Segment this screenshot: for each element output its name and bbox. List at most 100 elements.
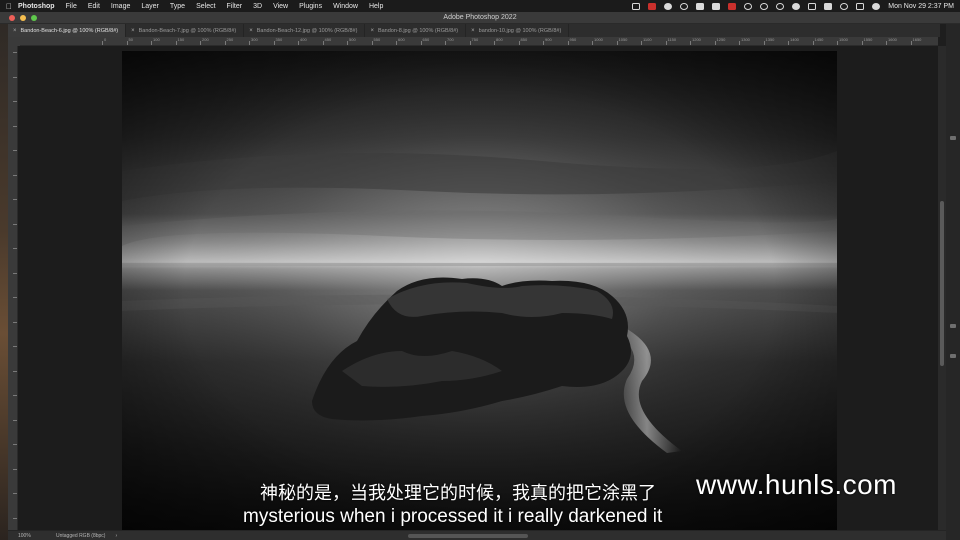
menu-select[interactable]: Select — [196, 3, 215, 10]
ruler-tick-label: 800 — [496, 37, 503, 42]
camera-icon[interactable] — [712, 2, 721, 10]
ruler-tick-label: 200 — [202, 37, 209, 42]
ruler-tick-label: 150 — [177, 37, 185, 42]
ruler-tick-label: 1400 — [790, 37, 799, 42]
menu-help[interactable]: Help — [369, 3, 383, 10]
ruler-tick-label: 700 — [447, 37, 454, 42]
window-title: Adobe Photoshop 2022 — [443, 14, 517, 21]
ruler-tick-label: 1000 — [594, 37, 603, 42]
sync-icon[interactable] — [680, 2, 689, 10]
horizontal-ruler[interactable]: 0 50 100 150 200 250 300 350 400 450 500 550 600 650 7… — [20, 37, 938, 46]
ruler-tick-label: 1350 — [765, 37, 775, 42]
menubar-clock[interactable]: Mon Nov 29 2:37 PM — [888, 3, 954, 10]
battery-icon[interactable] — [808, 2, 817, 10]
menu-app-name[interactable]: Photoshop — [18, 3, 55, 10]
ruler-corner[interactable] — [8, 37, 20, 46]
ruler-tick-label: 400 — [300, 37, 307, 42]
tab-label: bandon-10.jpg @ 100% (RGB/8#) — [478, 27, 562, 34]
control-center-icon[interactable] — [856, 2, 865, 10]
ruler-tick-label: 1500 — [839, 37, 848, 42]
watermark-text: www.hunls.com — [696, 469, 898, 500]
ruler-tick-label: 50 — [128, 37, 133, 42]
tab-label: Bandon-Beach-7.jpg @ 100% (RGB/8#) — [138, 27, 237, 34]
ruler-tick-label: 1550 — [863, 37, 873, 42]
ruler-tick-label: 1250 — [716, 37, 726, 42]
bluetooth-icon[interactable] — [824, 2, 833, 10]
close-icon[interactable]: × — [370, 28, 374, 34]
ruler-tick-label: 350 — [275, 37, 283, 42]
desktop-background-strip — [0, 24, 8, 540]
subtitle-english: mysterious when i processed it i really … — [243, 506, 663, 527]
ruler-tick-label: 1600 — [888, 37, 897, 42]
app-red-icon[interactable] — [648, 2, 657, 10]
macos-menu-bar:  Photoshop File Edit Image Layer Type S… — [0, 0, 960, 12]
ruler-tick-label: 850 — [520, 37, 528, 42]
ruler-tick-label: 1200 — [692, 37, 701, 42]
tab-label: Bandon-8.jpg @ 100% (RGB/8#) — [377, 27, 459, 34]
menu-view[interactable]: View — [273, 3, 288, 10]
tab-bandon-8[interactable]: × Bandon-8.jpg @ 100% (RGB/8#) — [365, 24, 467, 37]
tab-bandon-beach-12[interactable]: × Bandon-Beach-12.jpg @ 100% (RGB/8#) — [244, 24, 366, 37]
finder-icon[interactable] — [696, 2, 705, 10]
right-panel-edge — [946, 24, 960, 540]
ruler-tick-label: 250 — [226, 37, 234, 42]
ruler-tick-label: 550 — [373, 37, 381, 42]
close-icon[interactable]: × — [471, 28, 475, 34]
vertical-ruler[interactable] — [8, 46, 18, 530]
creative-cloud-icon[interactable] — [664, 2, 673, 10]
panel-icon[interactable] — [950, 354, 956, 358]
close-icon[interactable]: × — [131, 28, 135, 34]
tab-label: Bandon-Beach-12.jpg @ 100% (RGB/8#) — [256, 27, 358, 34]
menu-file[interactable]: File — [66, 3, 77, 10]
menu-3d[interactable]: 3D — [253, 3, 262, 10]
ruler-tick-label: 650 — [422, 37, 430, 42]
apple-icon[interactable]:  — [0, 2, 18, 11]
panel-icon[interactable] — [950, 136, 956, 140]
moon-icon[interactable] — [792, 2, 801, 10]
menu-layer[interactable]: Layer — [141, 3, 159, 10]
ruler-tick-label: 750 — [471, 37, 479, 42]
menu-edit[interactable]: Edit — [88, 3, 100, 10]
vertical-scrollbar-thumb[interactable] — [940, 201, 944, 366]
status-tray: Mon Nov 29 2:37 PM — [632, 0, 954, 12]
play-icon[interactable] — [760, 2, 769, 10]
ruler-tick-label: 1150 — [667, 37, 677, 42]
wifi-icon[interactable] — [840, 2, 849, 10]
close-icon[interactable]: × — [249, 28, 253, 34]
ruler-tick-label: 600 — [398, 37, 405, 42]
menu-filter[interactable]: Filter — [227, 3, 243, 10]
close-icon[interactable]: × — [13, 28, 17, 34]
ruler-tick-label: 500 — [349, 37, 356, 42]
screen-record-icon[interactable] — [632, 2, 641, 10]
ruler-tick-label: 300 — [251, 37, 258, 42]
horizontal-scrollbar-thumb[interactable] — [408, 534, 528, 538]
ruler-tick-label: 1450 — [814, 37, 824, 42]
siri-icon[interactable] — [872, 2, 881, 10]
status-menu-arrow-icon[interactable]: › — [115, 533, 117, 539]
document-tab-bar: × Bandon-Beach-6.jpg @ 100% (RGB/8#) × B… — [8, 24, 940, 37]
ruler-tick-label: 1300 — [741, 37, 750, 42]
ruler-tick-label: 100 — [153, 37, 160, 42]
recording-icon[interactable] — [728, 2, 737, 10]
vertical-scrollbar[interactable] — [938, 46, 946, 530]
canvas-area[interactable] — [18, 46, 938, 530]
window-title-bar: Adobe Photoshop 2022 — [0, 12, 960, 24]
ruler-tick-label: 450 — [324, 37, 332, 42]
menu-image[interactable]: Image — [111, 3, 130, 10]
time-machine-icon[interactable] — [744, 2, 753, 10]
tab-bandon-beach-6[interactable]: × Bandon-Beach-6.jpg @ 100% (RGB/8#) — [8, 24, 127, 37]
menu-window[interactable]: Window — [333, 3, 358, 10]
stop-icon[interactable] — [776, 2, 785, 10]
tab-label: Bandon-Beach-6.jpg @ 100% (RGB/8#) — [20, 27, 119, 34]
ruler-tick-label: 1100 — [643, 37, 652, 42]
zoom-level[interactable]: 100% — [18, 533, 48, 539]
ruler-tick-label: 900 — [545, 37, 552, 42]
tab-bandon-beach-7[interactable]: × Bandon-Beach-7.jpg @ 100% (RGB/8#) — [126, 24, 245, 37]
menu-type[interactable]: Type — [170, 3, 185, 10]
menu-plugins[interactable]: Plugins — [299, 3, 322, 10]
document-profile: Untagged RGB (8bpc) — [56, 532, 106, 539]
panel-icon[interactable] — [950, 324, 956, 328]
ruler-tick-label: 950 — [569, 37, 577, 42]
tab-bandon-10[interactable]: × bandon-10.jpg @ 100% (RGB/8#) — [466, 24, 570, 37]
document-image[interactable] — [122, 51, 837, 530]
